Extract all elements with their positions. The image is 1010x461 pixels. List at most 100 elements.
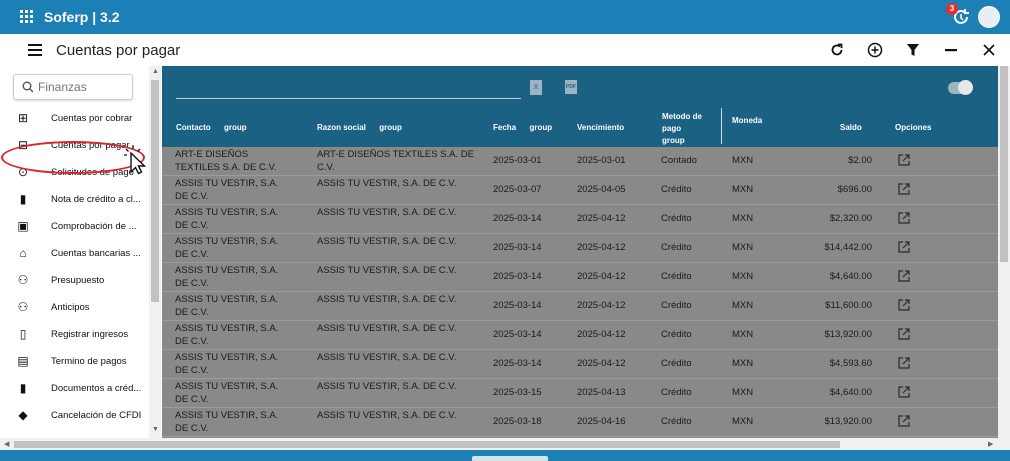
cell-vencimiento: 2025-04-12 <box>577 329 626 340</box>
sidebar-item-5[interactable]: ⌂ Cuentas bancarias ... <box>14 240 149 266</box>
cell-vencimiento: 2025-04-12 <box>577 271 626 282</box>
pdf-export-icon[interactable]: PDF <box>565 80 577 94</box>
open-external-icon[interactable] <box>898 183 910 195</box>
minimize-button[interactable] <box>940 40 962 60</box>
cell-razon-social: ASSIS TU VESTIR, S.A. DE C.V. <box>317 294 457 305</box>
sidebar-item-label: Termino de pagos <box>51 355 127 367</box>
notifications-button[interactable]: 3 <box>946 3 972 28</box>
advance-icon: ⚇ <box>17 300 29 314</box>
table-row[interactable]: ASSIS TU VESTIR, S.A. DE C.V. ASSIS TU VE… <box>162 379 998 408</box>
header-fecha[interactable]: Fecha group <box>493 123 552 132</box>
open-external-icon[interactable] <box>898 212 910 224</box>
document-icon: ▮ <box>19 192 27 206</box>
cell-metodo-pago: Contado <box>661 155 697 166</box>
money-in-icon: ⊞ <box>17 111 29 125</box>
cell-moneda: MXN <box>732 184 754 195</box>
cell-razon-social: ASSIS TU VESTIR, S.A. DE C.V. <box>317 178 457 189</box>
sidebar-item-7[interactable]: ⚇ Anticipos <box>14 294 149 320</box>
header-razon-social[interactable]: Razon social group <box>317 123 402 132</box>
header-contacto[interactable]: Contacto group <box>176 123 247 132</box>
scroll-up-arrow-icon[interactable]: ▲ <box>152 68 159 75</box>
sidebar-item-11[interactable]: ◆ Cancelación de CFDI <box>14 402 149 428</box>
sidebar-search[interactable] <box>13 74 133 100</box>
sidebar-item-6[interactable]: ⚇ Presupuesto <box>14 267 149 293</box>
footer-bar <box>0 450 1010 461</box>
table-row[interactable]: ASSIS TU VESTIR, S.A. DE C.V. ASSIS TU VE… <box>162 176 998 205</box>
cell-metodo-pago: Crédito <box>661 271 692 282</box>
cell-razon-social: ASSIS TU VESTIR, S.A. DE C.V. <box>317 207 457 218</box>
scroll-down-arrow-icon[interactable]: ▼ <box>152 426 159 433</box>
sidebar-item-8[interactable]: ▯ Registrar ingresos <box>14 321 149 347</box>
open-external-icon[interactable] <box>898 386 910 398</box>
header-moneda[interactable]: Moneda <box>732 116 762 125</box>
cell-contacto: ASSIS TU VESTIR, S.A. DE C.V. <box>175 236 279 260</box>
sidebar-item-10[interactable]: ▮ Documentos a créd... <box>14 375 149 401</box>
page-title: Cuentas por pagar <box>56 41 181 59</box>
table-row[interactable]: ASSIS TU VESTIR, S.A. DE C.V. ASSIS TU VE… <box>162 292 998 321</box>
cell-vencimiento: 2025-04-05 <box>577 184 626 195</box>
cell-moneda: MXN <box>732 358 754 369</box>
add-circle-icon <box>867 42 883 58</box>
cell-contacto: ASSIS TU VESTIR, S.A. DE C.V. <box>175 265 279 289</box>
open-external-icon[interactable] <box>898 357 910 369</box>
sidebar-item-4[interactable]: ▣ Comprobación de ... <box>14 213 149 239</box>
refresh-button[interactable] <box>826 40 848 60</box>
table-row[interactable]: ASSIS TU VESTIR, S.A. DE C.V. ASSIS TU VE… <box>162 205 998 234</box>
header-saldo[interactable]: Saldo <box>840 123 862 132</box>
payment-terms-icon: ▤ <box>17 354 29 368</box>
scroll-right-arrow-icon[interactable]: ▶ <box>988 440 993 448</box>
sidebar-item-label: Anticipos <box>51 301 90 313</box>
table-search-input[interactable] <box>176 98 521 99</box>
sidebar-scrollbar[interactable]: ▲ ▼ <box>149 66 161 438</box>
main-scrollbar[interactable] <box>998 66 1010 450</box>
sidebar-item-3[interactable]: ▮ Nota de crédito a cl... <box>14 186 149 212</box>
add-button[interactable] <box>864 40 886 60</box>
filter-icon <box>907 44 919 56</box>
cell-razon-social: ART-E DISEÑOS TEXTILES S.A. DE C.V. <box>317 149 474 173</box>
open-external-icon[interactable] <box>898 328 910 340</box>
cell-metodo-pago: Crédito <box>661 416 692 427</box>
excel-export-icon[interactable]: X <box>530 80 542 95</box>
cell-vencimiento: 2025-04-12 <box>577 300 626 311</box>
open-external-icon[interactable] <box>898 154 910 166</box>
cell-fecha: 2025-03-15 <box>493 387 542 398</box>
table-row[interactable]: ASSIS TU VESTIR, S.A. DE C.V. ASSIS TU VE… <box>162 263 998 292</box>
toggle-switch[interactable] <box>948 80 973 95</box>
user-avatar[interactable] <box>978 6 1000 28</box>
main-scroll-thumb[interactable] <box>1000 66 1008 262</box>
sidebar-search-input[interactable] <box>38 80 128 94</box>
cell-vencimiento: 2025-04-13 <box>577 387 626 398</box>
table-row[interactable]: ART-E DISEÑOS TEXTILES S.A. DE C.V. ART-E… <box>162 147 998 176</box>
cell-vencimiento: 2025-04-12 <box>577 358 626 369</box>
cell-moneda: MXN <box>732 300 754 311</box>
sidebar-item-0[interactable]: ⊞ Cuentas por cobrar <box>14 105 149 131</box>
cell-vencimiento: 2025-04-12 <box>577 242 626 253</box>
sidebar-scroll-thumb[interactable] <box>151 80 159 302</box>
sidebar-item-9[interactable]: ▤ Termino de pagos <box>14 348 149 374</box>
hamburger-menu-icon[interactable] <box>28 44 42 56</box>
open-external-icon[interactable] <box>898 299 910 311</box>
table-row[interactable]: ASSIS TU VESTIR, S.A. DE C.V. ASSIS TU VE… <box>162 234 998 263</box>
cell-razon-social: ASSIS TU VESTIR, S.A. DE C.V. <box>317 236 457 247</box>
document-icon: ▮ <box>19 381 27 395</box>
header-metodo-pago[interactable]: Metodo de pago group <box>662 111 702 147</box>
horizontal-scrollbar[interactable]: ◀ ▶ <box>0 438 998 450</box>
footer-tab[interactable] <box>472 456 548 461</box>
scroll-left-arrow-icon[interactable]: ◀ <box>4 440 9 448</box>
filter-button[interactable] <box>902 40 924 60</box>
table-row[interactable]: ASSIS TU VESTIR, S.A. DE C.V. ASSIS TU VE… <box>162 350 998 379</box>
cell-fecha: 2025-03-14 <box>493 300 542 311</box>
cell-saldo: $4,593.60 <box>829 358 872 369</box>
header-vencimiento[interactable]: Vencimiento <box>577 123 624 132</box>
close-button[interactable] <box>978 40 1000 60</box>
open-external-icon[interactable] <box>898 270 910 282</box>
table-row[interactable]: ASSIS TU VESTIR, S.A. DE C.V. ASSIS TU VE… <box>162 408 998 437</box>
open-external-icon[interactable] <box>898 241 910 253</box>
apps-grid-icon[interactable] <box>20 10 34 24</box>
cell-razon-social: ASSIS TU VESTIR, S.A. DE C.V. <box>317 352 457 363</box>
cell-razon-social: ASSIS TU VESTIR, S.A. DE C.V. <box>317 323 457 334</box>
open-external-icon[interactable] <box>898 415 910 427</box>
table-row[interactable]: ASSIS TU VESTIR, S.A. DE C.V. ASSIS TU VE… <box>162 321 998 350</box>
horizontal-scroll-thumb[interactable] <box>14 441 840 448</box>
cell-moneda: MXN <box>732 416 754 427</box>
